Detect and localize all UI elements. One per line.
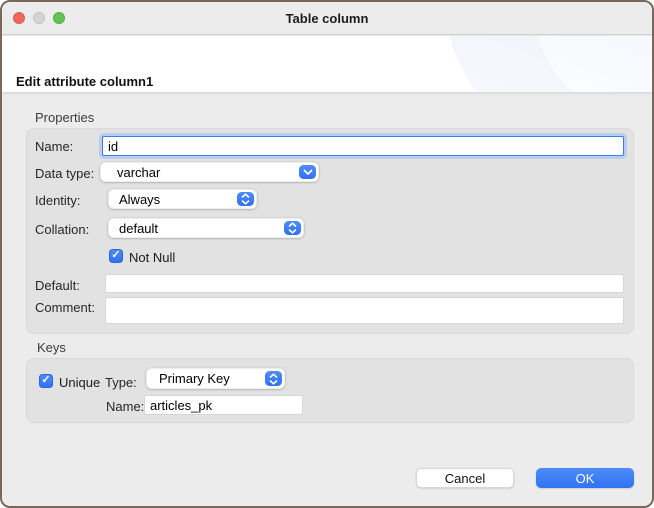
ok-button[interactable]: OK [536,468,634,488]
default-input[interactable] [105,274,624,293]
identity-value: Always [109,192,256,207]
comment-field-label: Comment: [35,300,95,315]
chevron-up-down-icon[interactable] [284,221,301,235]
window-title: Table column [2,2,652,35]
default-field-label: Default: [35,278,80,293]
zoom-button[interactable] [53,12,65,24]
chevron-up-down-icon[interactable] [265,371,282,386]
key-type-field-label: Type: [105,375,137,390]
chevron-up-down-icon[interactable] [237,192,254,206]
dialog-subtitle: Edit attribute column1 [16,74,153,89]
keys-section-label: Keys [37,340,66,355]
collation-popup[interactable]: default [108,218,304,238]
collation-field-label: Collation: [35,222,89,237]
identity-field-label: Identity: [35,193,81,208]
not-null-checkbox[interactable] [109,249,123,263]
name-input[interactable] [102,136,624,156]
traffic-lights [13,12,65,24]
unique-label: Unique [59,375,100,390]
minimize-button [33,12,45,24]
data-type-combobox[interactable]: varchar [100,162,319,182]
key-name-field-label: Name: [106,399,144,414]
not-null-label: Not Null [129,250,175,265]
dialog-header: Edit attribute column1 [2,36,652,92]
key-type-popup[interactable]: Primary Key [146,368,285,389]
title-bar: Table column [2,2,652,35]
key-type-value: Primary Key [147,371,284,386]
data-type-value: varchar [101,165,318,180]
comment-input[interactable] [105,297,624,324]
table-column-dialog: Table column Edit attribute column1 Prop… [0,0,654,508]
close-button[interactable] [13,12,25,24]
cancel-button[interactable]: Cancel [416,468,514,488]
identity-popup[interactable]: Always [108,189,257,209]
name-field-label: Name: [35,139,73,154]
key-name-input[interactable] [144,395,303,415]
unique-checkbox[interactable] [39,374,53,388]
chevron-down-icon[interactable] [299,165,316,179]
data-type-field-label: Data type: [35,166,94,181]
collation-value: default [109,221,303,236]
properties-section-label: Properties [35,110,94,125]
